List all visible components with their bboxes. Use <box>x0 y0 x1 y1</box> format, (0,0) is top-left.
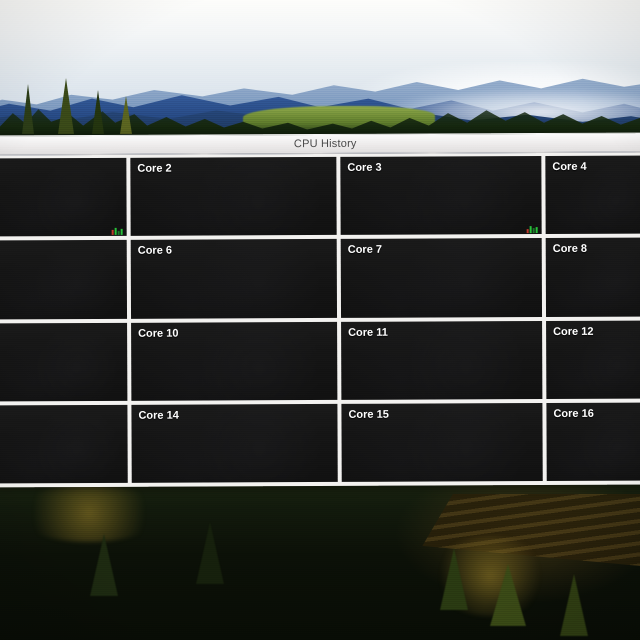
cpu-core-label: Core 10 <box>138 327 179 340</box>
cpu-core-graph[interactable]: Core 10 <box>131 321 338 401</box>
cpu-core-label: Core 12 <box>553 325 594 338</box>
cpu-core-label: Core 4 <box>552 160 587 173</box>
wallpaper-conifer <box>560 574 588 636</box>
cpu-core-graph[interactable]: Core 5 <box>0 240 128 319</box>
wallpaper-conifer <box>196 522 224 584</box>
cpu-core-label: Core 15 <box>348 408 389 421</box>
cpu-core-graph[interactable]: Core 2 <box>130 156 337 237</box>
cpu-core-label: Core 14 <box>138 409 179 422</box>
cpu-core-graph[interactable]: Core 15 <box>341 402 543 482</box>
wallpaper-forest-foreground <box>0 478 640 640</box>
cpu-core-graph[interactable]: Core 3 <box>340 156 542 236</box>
wallpaper-sunlit-canopy <box>14 484 164 542</box>
wallpaper-conifer <box>92 90 104 134</box>
cpu-usage-indicator <box>111 225 123 236</box>
window-titlebar[interactable]: CPU History <box>0 132 640 156</box>
cpu-core-graph[interactable]: Core 6 <box>130 239 338 319</box>
wallpaper-conifer <box>120 96 132 134</box>
cpu-core-graph[interactable]: Core 13 <box>0 404 128 484</box>
cpu-core-graph[interactable]: Core 7 <box>340 238 543 318</box>
wallpaper-conifer <box>58 78 74 134</box>
window-title: CPU History <box>293 137 357 151</box>
cpu-core-label: Core 2 <box>137 162 172 175</box>
cpu-core-graph[interactable]: Core 14 <box>131 403 338 483</box>
cpu-history-window[interactable]: CPU History Core 1 Core 2 Core 3 Core 4 … <box>0 132 640 488</box>
cpu-core-label: Core 16 <box>553 407 594 420</box>
cpu-core-graph[interactable]: Core 9 <box>0 322 128 402</box>
cpu-core-label: Core 3 <box>347 161 382 174</box>
cpu-core-graph[interactable]: Core 11 <box>341 320 543 400</box>
cpu-core-label: Core 8 <box>552 243 588 256</box>
wallpaper-conifer <box>90 534 118 596</box>
cpu-usage-indicator <box>526 223 538 234</box>
wallpaper-conifer <box>490 564 526 626</box>
cpu-core-graph[interactable]: Core 12 <box>546 320 640 399</box>
wallpaper-conifer <box>22 84 34 134</box>
cpu-core-graph[interactable]: Core 1 <box>0 157 127 237</box>
wallpaper-conifer <box>440 548 468 610</box>
cpu-core-graph[interactable]: Core 4 <box>545 155 640 235</box>
cpu-core-graph[interactable]: Core 16 <box>546 402 640 482</box>
cpu-core-label: Core 11 <box>348 326 388 339</box>
cpu-core-graph[interactable]: Core 8 <box>545 237 640 317</box>
cpu-core-label: Core 7 <box>347 243 383 257</box>
cpu-core-label: Core 6 <box>137 244 173 258</box>
cpu-core-grid: Core 1 Core 2 Core 3 Core 4 Core 5 Core … <box>0 152 640 488</box>
